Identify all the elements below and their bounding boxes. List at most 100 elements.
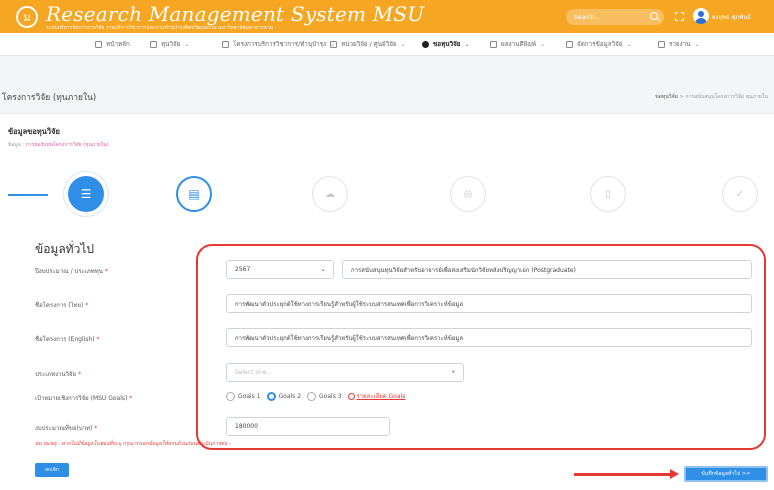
step-confirm[interactable]: ✓ [722,176,758,212]
document-icon: ▤ [188,187,200,201]
fiscal-year-value: 2567 [235,266,251,273]
label-text: งบประมาณที่ขอ(บาท) [35,425,93,432]
search-icon[interactable] [650,12,658,20]
title-th-value: การพัฒนาตัวประยุกต์ใช้ทางการเรียนรู้สำหร… [235,300,464,308]
nav-item-academic-service[interactable]: โครงการบริการวิชาการ/ทำนุบำรุง ⌄ [222,39,335,49]
stepper-progress-line [8,194,48,196]
form-heading: ข้อมูลทั่วไป [35,242,94,256]
goal-option-1[interactable]: Goals 1 [226,391,261,401]
fiscal-year-select[interactable]: 2567 ⌄ [226,260,334,279]
msu-goals-label: เป้าหมายเชิงการวิจัย (MSU Goals) * [35,393,132,403]
label-text: ชื่อโครงการ (English) [35,336,95,343]
search-box[interactable] [566,9,664,25]
save-general-info-button[interactable]: บันทึกข้อมูลทั่วไป >> [684,466,768,482]
info-icon [347,392,355,400]
title-en-label: ชื่อโครงการ (English) * [35,334,99,344]
step-upload[interactable]: ☁ [312,176,348,212]
cancel-button[interactable]: ยกเลิก [35,463,69,477]
chevron-down-icon: ⌄ [320,265,326,273]
brand-subtitle: ระบบบริหารจัดการงานวิจัย งานบริการวิชากา… [46,25,273,31]
goal-option-3[interactable]: Goals 3 [307,391,342,401]
nav-item-label: รายงาน [669,41,691,48]
chart-icon [658,40,665,48]
goal-label: Goals 3 [319,392,342,400]
home-icon [95,40,102,48]
list-icon: ☰ [80,187,92,201]
nav-item-reports[interactable]: รายงาน ⌄ [658,39,700,49]
nav-item-publications[interactable]: ผลงานตีพิมพ์ ⌄ [490,39,545,49]
main-card: ข้อมูลขอทุนวิจัย ข้อมูล : การขอรับทุนโคร… [0,113,774,490]
search-input[interactable] [574,13,646,21]
title-th-input[interactable]: การพัฒนาตัวประยุกต์ใช้ทางการเรียนรู้สำหร… [226,294,752,313]
page-titlebar: โครงการวิจัย (ทุนภายใน) ขอทุนวิจัย > การ… [0,85,774,107]
budget-label: งบประมาณที่ขอ(บาท) * [35,423,97,433]
nav-item-label: ทุนวิจัย [161,41,181,48]
section-subtitle-prefix: ข้อมูล : [8,142,25,148]
annotation-arrow [574,469,679,479]
nav-item-label: ขอทุนวิจัย [433,41,461,48]
goal-option-2[interactable]: Goals 2 [266,391,302,401]
label-text: ประเภทงานวิจัย [35,371,77,378]
goal-label: Goals 2 [278,392,302,400]
step-documents[interactable]: ▯ [590,176,626,212]
required-mark: * [104,268,108,275]
book-icon [490,40,497,48]
chevron-down-icon: ▾ [451,368,455,376]
breadcrumb-home-link[interactable]: ขอทุนวิจัย [655,94,678,100]
coin-icon: ◎ [463,188,473,200]
nav-item-research-fund[interactable]: ทุนวิจัย ⌄ [150,39,189,49]
nav-item-label: โครงการบริการวิชาการ/ทำนุบำรุง [233,41,327,48]
research-type-label: ประเภทงานวิจัย * [35,369,81,379]
required-mark: * [77,371,81,378]
label-text: ชื่อโครงการ (ไทย) [35,302,84,309]
title-en-input[interactable]: การพัฒนาตัวประยุกต์ใช้ทางการเรียนรู้สำหร… [226,328,752,347]
nav-item-label: ผลงานตีพิมพ์ [501,41,537,48]
chevron-down-icon: ⌄ [464,40,470,48]
nav-item-label: หน่วยวิจัย / ศูนย์วิจัย [341,41,397,48]
required-mark: * [85,302,89,309]
building-icon [330,40,337,48]
chevron-down-icon: ⌄ [626,40,632,48]
budget-input[interactable]: 180000 [226,417,390,436]
page-title: โครงการวิจัย (ทุนภายใน) [2,93,97,103]
brand-title[interactable]: Research Management System MSU [46,2,424,26]
title-en-value: การพัฒนาตัวประยุกต์ใช้ทางการเรียนรู้สำหร… [235,334,464,342]
nav-item-request-fund[interactable]: ขอทุนวิจัย ⌄ [422,39,470,49]
radio-button-selected[interactable] [266,391,276,401]
fund-type-field[interactable]: การสนับสนุนทุนวิจัยสำหรับอาจารย์เพื่อส่ง… [342,260,752,279]
chevron-down-icon: ⌄ [184,40,190,48]
nav-item-research-unit[interactable]: หน่วยวิจัย / ศูนย์วิจัย ⌄ [330,39,406,49]
step-general-info[interactable]: ☰ [68,176,104,212]
required-mark: * [96,336,100,343]
label-text: ปีงบประมาณ / ประเภททุน [35,268,103,275]
msu-goals-radio-group: Goals 1 Goals 2 Goals 3 รายละเอียด Goals [226,391,405,401]
section-subtitle-highlight: การขอรับทุนโครงการวิจัย (ทุนภายใน) [25,142,109,148]
research-type-select[interactable]: Select one... ▾ [226,363,464,382]
breadcrumb-current: การสนับสนุนโครงการวิจัย ทุนภายใน [685,94,768,100]
file-icon: ▯ [605,188,611,200]
university-logo-icon: ม [16,6,38,28]
chevron-down-icon: ⌄ [400,40,406,48]
user-name[interactable]: ยงยุทธ ศุภพันธ์ [712,12,751,22]
radio-button[interactable] [307,391,317,401]
avatar[interactable] [693,8,709,24]
nav-item-label: จัดการข้อมูลวิจัย [577,41,623,48]
step-details[interactable]: ▤ [176,176,212,212]
goals-detail-link[interactable]: รายละเอียด Goals [347,391,405,401]
breadcrumb: ขอทุนวิจัย > การสนับสนุนโครงการวิจัย ทุน… [655,93,768,101]
research-type-placeholder: Select one... [235,369,273,376]
fund-type-value: การสนับสนุนทุนวิจัยสำหรับอาจารย์เพื่อส่ง… [351,266,576,274]
breadcrumb-separator: > [679,94,684,100]
nav-item-home[interactable]: หน้าหลัก [95,39,130,49]
budget-value: 180000 [235,423,258,430]
fullscreen-icon[interactable] [675,12,684,21]
form-note: หมายเหตุ : หากไม่มีข้อมูลในช่องที่ระบุ ก… [35,441,231,447]
step-budget[interactable]: ◎ [450,176,486,212]
goal-label: Goals 1 [238,392,261,400]
nav-item-label: หน้าหลัก [106,41,130,48]
chevron-down-icon: ⌄ [694,40,700,48]
folder-icon [222,40,229,48]
section-title: ข้อมูลขอทุนวิจัย [8,127,60,136]
nav-item-manage-data[interactable]: จัดการข้อมูลวิจัย ⌄ [566,39,632,49]
radio-button[interactable] [226,391,235,401]
